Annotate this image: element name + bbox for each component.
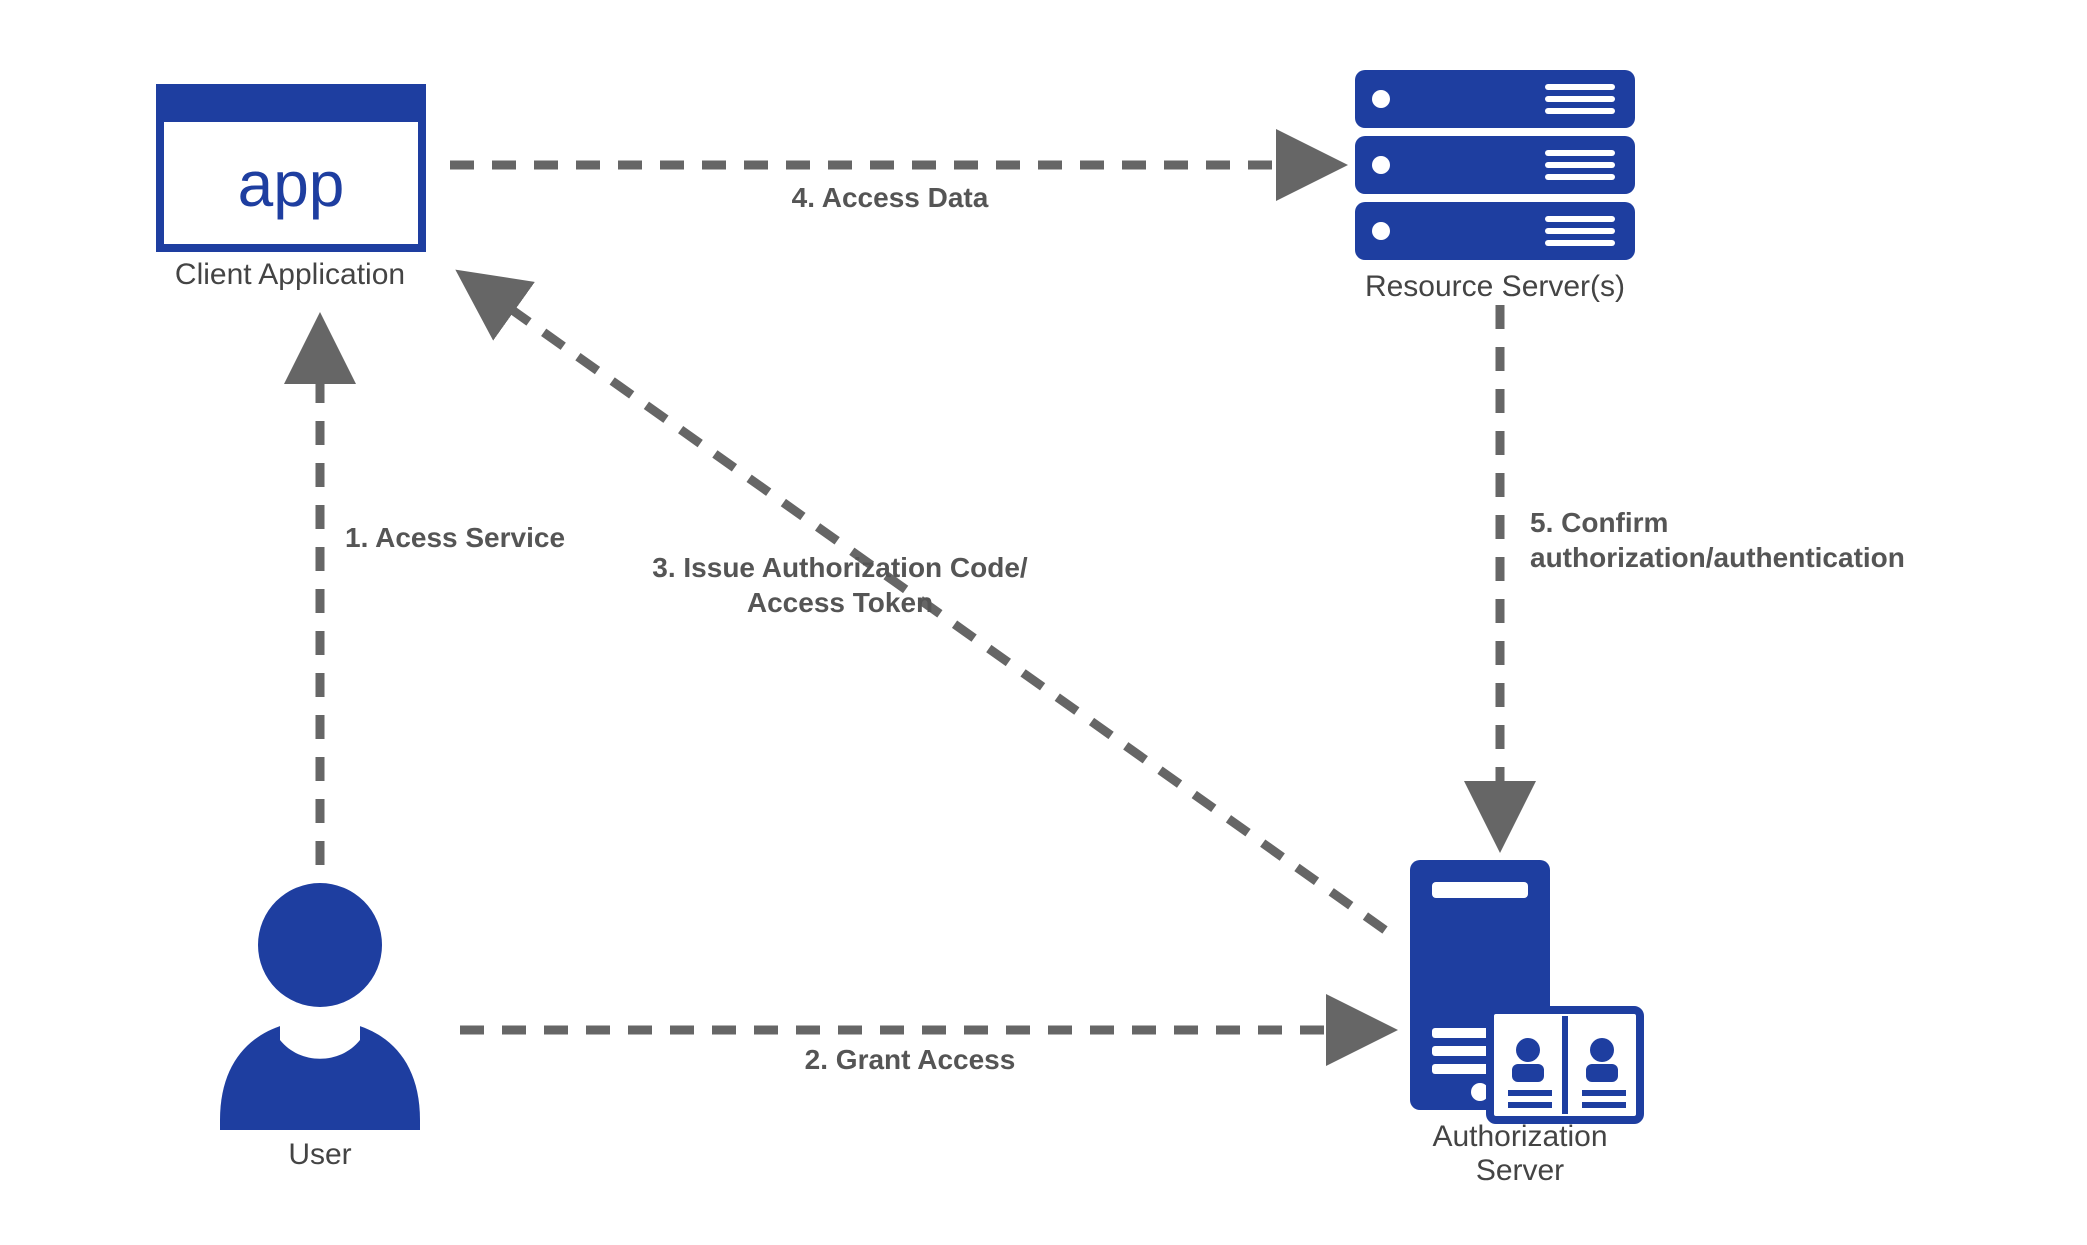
auth-server-label: Authorization Server: [1400, 1120, 1640, 1188]
edge-4-label: 4. Access Data: [740, 180, 1040, 215]
client-app-label: Client Application: [120, 258, 460, 292]
user-label: User: [220, 1138, 420, 1172]
edge-2-label: 2. Grant Access: [730, 1042, 1090, 1077]
diagram-canvas: app Client Application User: [0, 0, 2087, 1245]
edge-1-label: 1. Acess Service: [345, 520, 605, 555]
resource-server-label: Resource Server(s): [1345, 270, 1645, 304]
edge-5-label: 5. Confirm authorization/authentication: [1530, 505, 1970, 575]
edge-3-label: 3. Issue Authorization Code/ Access Toke…: [610, 550, 1070, 620]
client-app-icon-text: app: [238, 148, 345, 220]
